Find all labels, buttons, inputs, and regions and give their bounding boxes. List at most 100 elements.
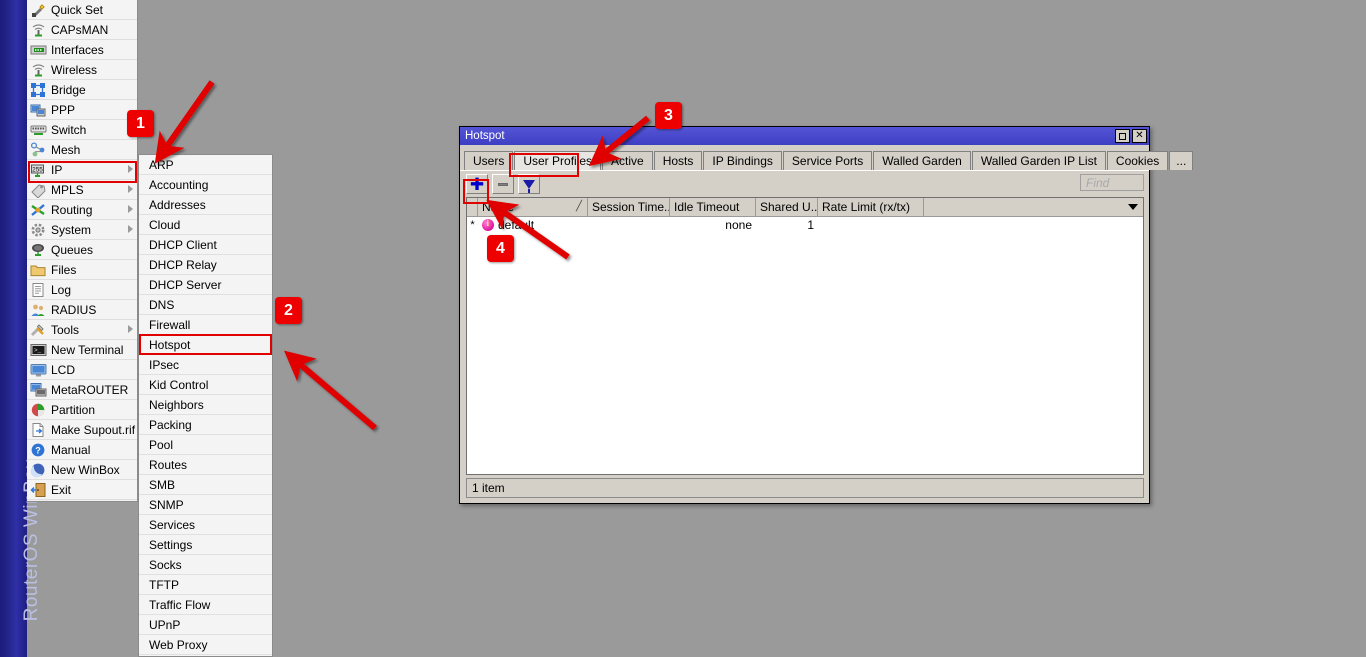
column-header-idle-timeout[interactable]: Idle Timeout (670, 198, 756, 216)
main-menu-item-system[interactable]: System (27, 220, 137, 240)
main-menu-item-exit[interactable]: Exit (27, 480, 137, 500)
main-menu-item-switch[interactable]: Switch (27, 120, 137, 140)
main-menu-item-files[interactable]: Files (27, 260, 137, 280)
main-menu-item-label: MPLS (51, 182, 84, 197)
svg-text:>_: >_ (34, 347, 42, 354)
column-chooser-button[interactable] (924, 198, 1143, 216)
main-menu-item-ip[interactable]: 255 IP (27, 160, 137, 180)
tab-user-profiles[interactable]: User Profiles (514, 151, 602, 170)
ip-submenu-item-snmp[interactable]: SNMP (139, 495, 272, 515)
tab-cookies[interactable]: Cookies (1106, 151, 1169, 170)
switch-icon (30, 122, 47, 138)
main-menu-item-capsman[interactable]: CAPsMAN (27, 20, 137, 40)
winbox-icon (30, 462, 47, 478)
hotspot-titlebar[interactable]: Hotspot ✕ (460, 127, 1149, 145)
main-menu-item-tools[interactable]: Tools (27, 320, 137, 340)
main-menu-item-queues[interactable]: Queues (27, 240, 137, 260)
funnel-stem-icon (528, 189, 530, 193)
ip-submenu-item-arp[interactable]: ARP (139, 155, 272, 175)
remove-button[interactable] (492, 174, 514, 194)
find-input[interactable]: Find (1080, 174, 1144, 191)
ip-submenu-item-label: TFTP (149, 577, 179, 592)
ip-submenu-item-upnp[interactable]: UPnP (139, 615, 272, 635)
main-menu-item-label: Manual (51, 442, 91, 457)
filter-button[interactable] (518, 174, 540, 194)
main-menu-item-bridge[interactable]: Bridge (27, 80, 137, 100)
table-row[interactable]: * default none 1 (467, 217, 1143, 233)
ip-submenu-item-accounting[interactable]: Accounting (139, 175, 272, 195)
main-menu-item-label: New Terminal (51, 342, 124, 357)
ip-submenu-item-routes[interactable]: Routes (139, 455, 272, 475)
tab-walled-garden-ip-list[interactable]: Walled Garden IP List (971, 151, 1106, 170)
main-menu-item-mpls[interactable]: MPLS (27, 180, 137, 200)
ip-submenu-item-packing[interactable]: Packing (139, 415, 272, 435)
annotation-badge-number: 3 (664, 106, 673, 124)
restore-button[interactable] (1115, 129, 1130, 143)
ip-submenu-item-hotspot[interactable]: Hotspot (139, 335, 272, 355)
ip-submenu-item-pool[interactable]: Pool (139, 435, 272, 455)
chevron-right-icon (128, 205, 133, 213)
tab-label: Users (473, 154, 505, 168)
tab-walled-garden[interactable]: Walled Garden (873, 151, 971, 170)
main-menu-item-label: Routing (51, 202, 93, 217)
sort-indicator-icon: ╱ (575, 201, 582, 212)
ip-submenu-item-cloud[interactable]: Cloud (139, 215, 272, 235)
main-menu-item-routing[interactable]: Routing (27, 200, 137, 220)
tab-hosts[interactable]: Hosts (653, 151, 703, 170)
ip-submenu-item-label: SNMP (149, 497, 184, 512)
close-button[interactable]: ✕ (1132, 129, 1147, 143)
main-menu-item-interfaces[interactable]: Interfaces (27, 40, 137, 60)
main-menu-item-new-winbox[interactable]: New WinBox (27, 460, 137, 480)
ip-submenu-item-dhcp-client[interactable]: DHCP Client (139, 235, 272, 255)
main-menu-item-manual[interactable]: ? Manual (27, 440, 137, 460)
tab-users[interactable]: Users (464, 151, 514, 170)
ip-submenu-item-settings[interactable]: Settings (139, 535, 272, 555)
main-menu-item-new-terminal[interactable]: >_ New Terminal (27, 340, 137, 360)
main-menu-item-ppp[interactable]: PPP (27, 100, 137, 120)
ip-submenu-item-dhcp-relay[interactable]: DHCP Relay (139, 255, 272, 275)
ip-submenu-item-dns[interactable]: DNS (139, 295, 272, 315)
main-menu-item-metarouter[interactable]: MetaROUTER (27, 380, 137, 400)
ip-submenu-item-neighbors[interactable]: Neighbors (139, 395, 272, 415)
ip-submenu-item-services[interactable]: Services (139, 515, 272, 535)
main-menu-item-make-supout-rif[interactable]: Make Supout.rif (27, 420, 137, 440)
ip-submenu-item-ipsec[interactable]: IPsec (139, 355, 272, 375)
main-menu-item-quick-set[interactable]: Quick Set (27, 0, 137, 20)
annotation-badge-2: 2 (275, 297, 302, 324)
ip-submenu-item-smb[interactable]: SMB (139, 475, 272, 495)
main-menu-item-log[interactable]: Log (27, 280, 137, 300)
ip-submenu-item-label: DNS (149, 297, 175, 312)
ip-submenu-item-label: Hotspot (149, 337, 191, 352)
ip-submenu-item-traffic-flow[interactable]: Traffic Flow (139, 595, 272, 615)
ip-submenu-item-firewall[interactable]: Firewall (139, 315, 272, 335)
column-header-session-time[interactable]: Session Time... (588, 198, 670, 216)
system-icon (30, 222, 47, 238)
column-header-label: Name (482, 200, 515, 214)
tab-label: Hosts (662, 154, 694, 168)
main-menu-item-wireless[interactable]: Wireless (27, 60, 137, 80)
add-button[interactable]: ✚ (466, 174, 488, 194)
main-menu-item-lcd[interactable]: LCD (27, 360, 137, 380)
main-menu-item-radius[interactable]: RADIUS (27, 300, 137, 320)
cell-rate-limit (818, 217, 924, 233)
column-header-label: Idle Timeout (674, 200, 740, 214)
ip-submenu-item-web-proxy[interactable]: Web Proxy (139, 635, 272, 655)
chevron-right-icon (128, 185, 133, 193)
tab-active[interactable]: Active (602, 151, 653, 170)
ip-submenu-item-label: Settings (149, 537, 193, 552)
ip-submenu-item-dhcp-server[interactable]: DHCP Server (139, 275, 272, 295)
main-menu-item-mesh[interactable]: Mesh (27, 140, 137, 160)
tab-[interactable]: ... (1169, 151, 1194, 170)
main-menu-item-partition[interactable]: Partition (27, 400, 137, 420)
column-header-shared-u[interactable]: Shared U... (756, 198, 818, 216)
main-menu-item-label: IP (51, 162, 63, 177)
ip-submenu-item-addresses[interactable]: Addresses (139, 195, 272, 215)
column-header-rate-limit-rx-tx[interactable]: Rate Limit (rx/tx) (818, 198, 924, 216)
ip-submenu-item-tftp[interactable]: TFTP (139, 575, 272, 595)
column-header-name[interactable]: Name ╱ (478, 198, 588, 216)
tab-ip-bindings[interactable]: IP Bindings (703, 151, 782, 170)
ip-submenu-item-socks[interactable]: Socks (139, 555, 272, 575)
main-menu-item-label: Partition (51, 402, 96, 417)
ip-submenu-item-kid-control[interactable]: Kid Control (139, 375, 272, 395)
tab-service-ports[interactable]: Service Ports (782, 151, 873, 170)
